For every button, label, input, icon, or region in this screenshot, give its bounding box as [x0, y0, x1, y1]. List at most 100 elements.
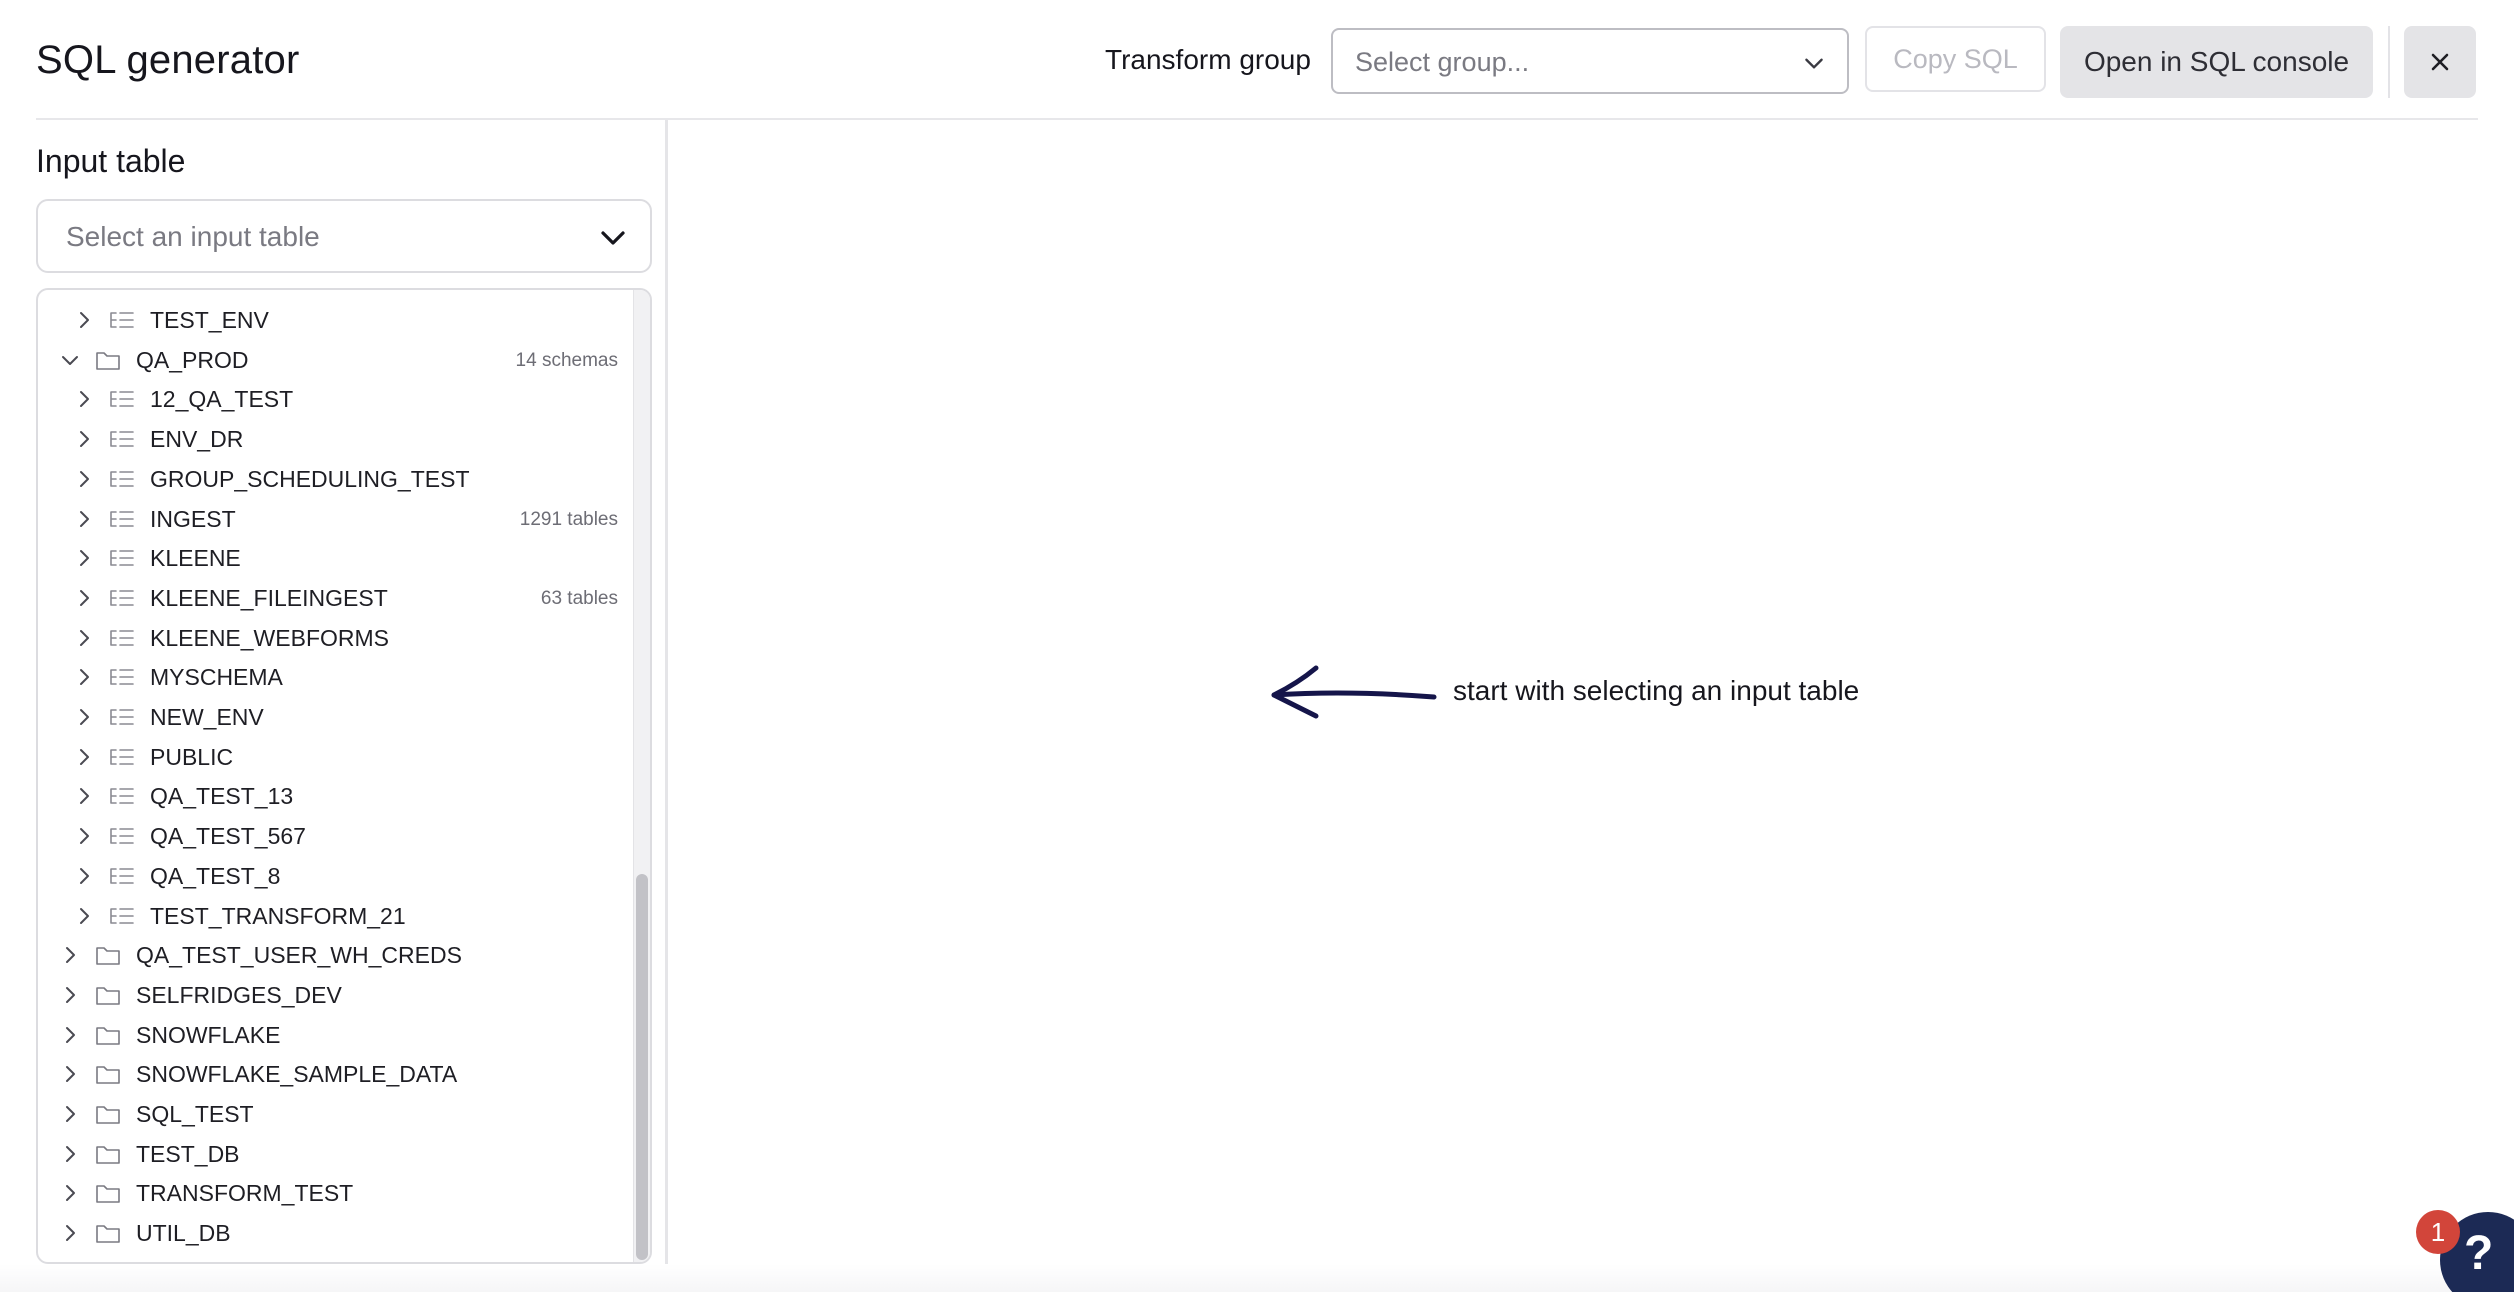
- chevron-right-icon[interactable]: [72, 665, 96, 689]
- chevron-right-icon[interactable]: [58, 943, 82, 967]
- tree-item-label: ENV_DR: [150, 426, 244, 453]
- tree-item-label: QA_TEST_567: [150, 823, 306, 850]
- tree-scrollbar[interactable]: [633, 290, 650, 1262]
- tree-schema-item[interactable]: QA_TEST_8: [38, 856, 618, 896]
- chevron-right-icon[interactable]: [58, 1181, 82, 1205]
- folder-icon: [96, 1066, 120, 1085]
- schema-list-icon: [110, 470, 134, 487]
- chevron-right-icon[interactable]: [72, 507, 96, 531]
- close-button[interactable]: [2404, 26, 2476, 98]
- folder-icon: [96, 1185, 120, 1204]
- tree-database-item[interactable]: TRANSFORM_TEST: [38, 1173, 618, 1213]
- chevron-right-icon[interactable]: [72, 427, 96, 451]
- schema-list-icon: [110, 629, 134, 646]
- tree-database-item[interactable]: SELFRIDGES_DEV: [38, 975, 618, 1015]
- tree-schema-item[interactable]: TEST_TRANSFORM_21: [38, 896, 618, 936]
- tree-database-item[interactable]: QA_TEST_USER_WH_CREDS: [38, 935, 618, 975]
- chevron-right-icon[interactable]: [72, 387, 96, 411]
- transform-group-select[interactable]: Select group...: [1331, 28, 1849, 94]
- transform-group-placeholder: Select group...: [1355, 47, 1530, 77]
- tree-schema-item[interactable]: MYSCHEMA: [38, 657, 618, 697]
- chevron-right-icon[interactable]: [72, 864, 96, 888]
- tree-database-item[interactable]: SNOWFLAKE: [38, 1015, 618, 1055]
- tree-item-label: SNOWFLAKE: [136, 1021, 281, 1048]
- panel-divider: [665, 120, 668, 1264]
- tree-item-label: UTIL_DB: [136, 1220, 231, 1247]
- chevron-right-icon[interactable]: [58, 1142, 82, 1166]
- tree-schema-item[interactable]: KLEENE_WEBFORMS: [38, 618, 618, 658]
- chevron-right-icon[interactable]: [72, 824, 96, 848]
- sql-generator-window: SQL generator Transform group Select gro…: [0, 0, 2514, 1292]
- header-divider: [2388, 26, 2390, 98]
- chevron-right-icon[interactable]: [72, 745, 96, 769]
- tree-database-item[interactable]: UTIL_DB: [38, 1213, 618, 1253]
- copy-sql-button[interactable]: Copy SQL: [1865, 26, 2046, 92]
- tree-item-label: SELFRIDGES_DEV: [136, 981, 342, 1008]
- chevron-right-icon[interactable]: [58, 1102, 82, 1126]
- tree-schema-item[interactable]: QA_TEST_567: [38, 816, 618, 856]
- chevron-right-icon[interactable]: [72, 586, 96, 610]
- empty-state-hint: start with selecting an input table: [1453, 675, 1860, 706]
- chevron-right-icon[interactable]: [72, 705, 96, 729]
- help-glyph: ?: [2464, 1227, 2494, 1280]
- tree-schema-item[interactable]: PUBLIC: [38, 737, 618, 777]
- schema-list-icon: [110, 709, 134, 725]
- tree-schema-item[interactable]: 12_QA_TEST: [38, 379, 618, 419]
- tree-item-count: 63 tables: [540, 587, 618, 609]
- chevron-down-icon[interactable]: [58, 348, 82, 372]
- tree-database-item[interactable]: SNOWFLAKE_SAMPLE_DATA: [38, 1054, 618, 1094]
- chevron-right-icon[interactable]: [58, 1023, 82, 1047]
- tree-item-label: PUBLIC: [150, 743, 234, 770]
- tree-database-item[interactable]: QA_PROD 14 schemas: [38, 340, 618, 380]
- tree-schema-item[interactable]: INGEST 1291 tables: [38, 499, 618, 539]
- open-in-sql-console-button[interactable]: Open in SQL console: [2060, 26, 2373, 98]
- schema-list-icon: [110, 788, 134, 805]
- tree-database-item[interactable]: SQL_TEST: [38, 1094, 618, 1134]
- folder-icon: [96, 351, 120, 370]
- tree-schema-item[interactable]: TEST_ENV: [38, 300, 618, 340]
- chevron-right-icon[interactable]: [72, 904, 96, 928]
- tree-item-label: 12_QA_TEST: [150, 386, 294, 413]
- chevron-right-icon[interactable]: [72, 546, 96, 570]
- chevron-right-icon[interactable]: [72, 308, 96, 332]
- chevron-right-icon[interactable]: [72, 467, 96, 491]
- help-notification-badge[interactable]: 1: [2416, 1210, 2460, 1254]
- database-tree[interactable]: TEST_ENV QA_PROD 14 schemas 12_QA_TEST ENV_D…: [36, 288, 652, 1264]
- tree-scrollbar-thumb[interactable]: [636, 874, 648, 1260]
- tree-item-count: 14 schemas: [515, 349, 618, 371]
- input-table-placeholder: Select an input table: [66, 221, 320, 252]
- schema-list-icon: [110, 510, 134, 527]
- schema-list-icon: [110, 748, 134, 765]
- tree-schema-item[interactable]: KLEENE_FILEINGEST 63 tables: [38, 578, 618, 618]
- tree-item-label: MYSCHEMA: [150, 664, 283, 691]
- schema-list-icon: [110, 312, 134, 328]
- schema-list-icon: [110, 590, 134, 606]
- tree-schema-item[interactable]: NEW_ENV: [38, 697, 618, 737]
- tree-item-label: SNOWFLAKE_SAMPLE_DATA: [136, 1061, 458, 1088]
- tree-item-label: KLEENE_WEBFORMS: [150, 624, 389, 651]
- tree-item-label: INGEST: [150, 505, 236, 532]
- chevron-right-icon[interactable]: [58, 1062, 82, 1086]
- tree-item-label: QA_TEST_8: [150, 862, 281, 889]
- tree-item-count: 1291 tables: [519, 508, 618, 530]
- tree-schema-item[interactable]: GROUP_SCHEDULING_TEST: [38, 459, 618, 499]
- chevron-right-icon[interactable]: [72, 626, 96, 650]
- input-table-select[interactable]: Select an input table: [36, 199, 652, 273]
- folder-icon: [96, 947, 120, 965]
- chevron-right-icon[interactable]: [58, 983, 82, 1007]
- tree-item-label: NEW_ENV: [150, 704, 264, 730]
- folder-icon: [96, 1225, 120, 1243]
- folder-icon: [96, 1145, 120, 1164]
- arrow-left-hand-drawn-icon: [1271, 665, 1437, 719]
- schema-list-icon: [110, 828, 134, 844]
- folder-icon: [96, 1106, 120, 1124]
- tree-schema-item[interactable]: QA_TEST_13: [38, 776, 618, 816]
- chevron-right-icon[interactable]: [72, 784, 96, 808]
- schema-list-icon: [110, 550, 134, 566]
- tree-schema-item[interactable]: KLEENE: [38, 538, 618, 578]
- tree-database-item[interactable]: TEST_DB: [38, 1134, 618, 1174]
- tree-schema-item[interactable]: ENV_DR: [38, 419, 618, 459]
- schema-list-icon: [110, 431, 134, 447]
- folder-icon: [96, 987, 120, 1005]
- chevron-right-icon[interactable]: [58, 1221, 82, 1245]
